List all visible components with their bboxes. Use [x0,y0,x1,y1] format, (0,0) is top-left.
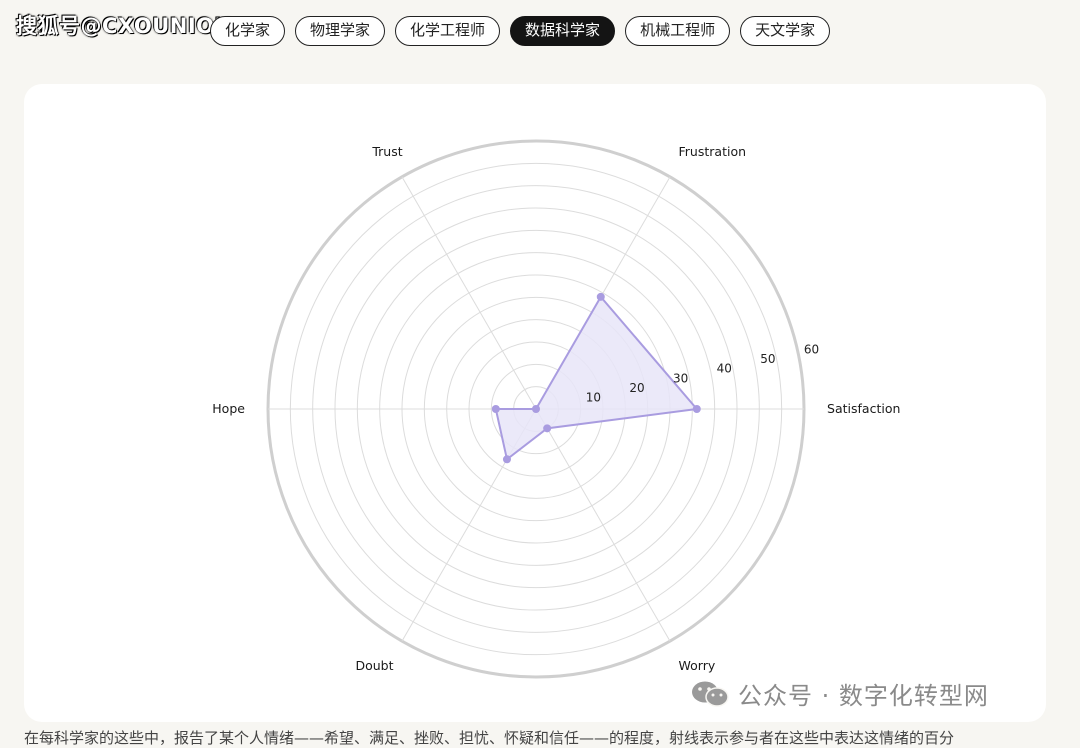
radar-data-point-worry [543,424,552,433]
radar-spoke [535,408,671,642]
watermark-bottom: 公众号 · 数字化转型网 [690,676,989,711]
wechat-icon [692,681,729,707]
chart-card: Satisfaction Frustration Trust Hope Doubt Wor… [24,84,1046,722]
radar-data-area [494,295,699,462]
role-tabs: 化学家 物理学家 化学工程师 数据科学家 机械工程师 天文学家 [210,16,831,46]
radar-data-point-satisfaction [692,405,701,413]
radar-spoke [401,176,537,410]
radar-ring-label: 50 [760,352,775,366]
radar-data-point-hope [491,405,500,413]
watermark-bottom-text: 公众号 · 数字化转型网 [738,682,989,710]
radar-axis-label-trust: Trust [371,144,402,159]
radar-axis-label-frustration: Frustration [679,144,747,159]
radar-ring-label: 10 [586,391,601,405]
tab-data-scientist[interactable]: 数据科学家 [510,16,616,46]
tab-astronomer[interactable]: 天文学家 [740,16,831,46]
radar-data-point-trust [532,405,540,413]
tab-physicist[interactable]: 物理学家 [295,16,386,46]
radar-axis-label-doubt: Doubt [355,658,393,673]
radar-ring-label: 30 [673,371,688,385]
radar-data-point-frustration [596,292,605,301]
watermark-top: 搜狐号@CXOUNION [16,14,233,38]
radar-axis-label-hope: Hope [212,401,245,416]
radar-ring-label: 20 [629,381,644,395]
radar-axis-label-worry: Worry [679,658,716,673]
radar-ring-label: 40 [717,362,732,376]
radar-data-point-doubt [502,455,511,464]
radar-ring-label: 60 [804,342,819,356]
caption-text: 在每科学家的这些中，报告了某个人情绪——希望、满足、挫败、担忧、怀疑和信任——的… [24,729,955,747]
tab-chemical-engineer[interactable]: 化学工程师 [395,16,501,46]
radar-axis-label-satisfaction: Satisfaction [827,401,900,416]
tab-mechanical-engineer[interactable]: 机械工程师 [625,16,731,46]
radar-chart: Satisfaction Frustration Trust Hope Doubt Wor… [212,139,900,679]
tab-chemist[interactable]: 化学家 [210,16,286,46]
